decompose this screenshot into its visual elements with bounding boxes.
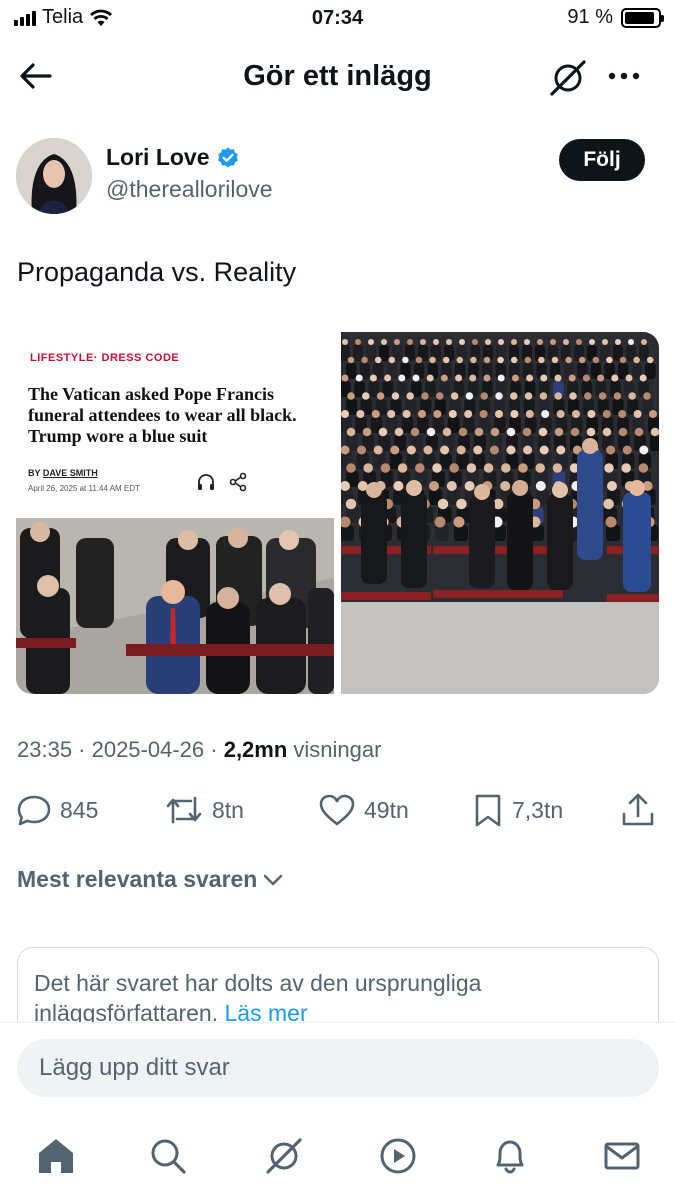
tab-home[interactable] [34,1134,78,1178]
search-icon [151,1139,186,1174]
grok-button[interactable] [546,56,590,100]
bookmark-count: 7,3tn [512,796,564,823]
article-photo [16,518,334,694]
reply-input[interactable]: Lägg upp ditt svar [17,1039,659,1097]
post-media[interactable]: LIFESTYLE· DRESS CODE The Vatican asked … [16,332,659,694]
article-date: April 26, 2025 at 11:44 AM EDT [28,484,140,493]
chevron-down-icon [264,874,283,885]
reply-icon [17,795,51,826]
bookmark-button[interactable]: 7,3tn [472,788,563,832]
bell-icon [496,1140,524,1174]
bookmark-icon [475,794,501,827]
grok-icon [266,1138,302,1174]
status-bar: Telia 07:34 91 % [0,0,675,38]
article-icons [196,472,248,492]
like-count: 49tn [364,796,409,823]
views-label: visningar [287,737,382,762]
video-icon [380,1138,416,1174]
more-horizontal-icon [608,72,640,80]
share-button[interactable] [620,788,656,832]
status-right: 91 % [567,6,664,29]
battery-icon [621,7,664,28]
mail-icon [604,1142,640,1170]
battery-level [625,11,655,24]
repost-icon [166,796,202,824]
article-byline: BY DAVE SMITH [28,468,98,478]
reply-bar: Lägg upp ditt svar [0,1022,675,1120]
repost-count: 8tn [212,796,244,823]
author-name[interactable]: Lori Love [106,144,240,171]
article-headline: The Vatican asked Pope Francis funeral a… [28,384,297,446]
tab-grok[interactable] [262,1134,306,1178]
article-by-prefix: BY [28,468,41,478]
post-meta: 23:35 · 2025-04-26 · 2,2mn visningar [17,737,381,763]
grok-icon [550,60,586,96]
tab-video[interactable] [376,1134,420,1178]
author-handle[interactable]: @thereallorilove [106,176,273,203]
bottom-tab-bar [0,1120,675,1200]
repost-button[interactable]: 8tn [164,788,244,832]
views-count[interactable]: 2,2mn [224,737,288,762]
article-category: LIFESTYLE· DRESS CODE [30,352,180,364]
reply-count: 845 [60,796,99,823]
sort-label: Mest relevanta svaren [17,866,258,892]
replies-sort-dropdown[interactable]: Mest relevanta svaren [17,866,285,893]
action-bar: 845 8tn 49tn 7,3tn [0,788,675,832]
crowd-photo [339,332,659,694]
heart-icon [319,794,355,826]
media-image-crowd[interactable] [339,332,659,694]
top-header: Gör ett inlägg [0,50,675,102]
media-image-article[interactable]: LIFESTYLE· DRESS CODE The Vatican asked … [16,332,334,694]
verified-badge-icon [217,147,238,167]
more-options-button[interactable] [604,62,644,90]
avatar[interactable] [16,138,92,214]
share-icon [229,472,247,492]
follow-button[interactable]: Följ [559,139,645,181]
avatar-image [16,138,92,214]
tab-notifications[interactable] [488,1134,532,1178]
battery-percent: 91 % [567,6,613,28]
tab-messages[interactable] [600,1134,644,1178]
post-timestamp: 23:35 · 2025-04-26 · [17,737,224,762]
headphones-icon [198,474,214,490]
like-button[interactable]: 49tn [318,788,409,832]
article-author: DAVE SMITH [42,468,98,478]
reply-button[interactable]: 845 [16,788,98,832]
home-icon [39,1139,73,1173]
author-name-text: Lori Love [106,144,210,170]
post-text: Propaganda vs. Reality [17,257,297,287]
upload-share-icon [622,793,654,826]
tab-search[interactable] [146,1134,190,1178]
